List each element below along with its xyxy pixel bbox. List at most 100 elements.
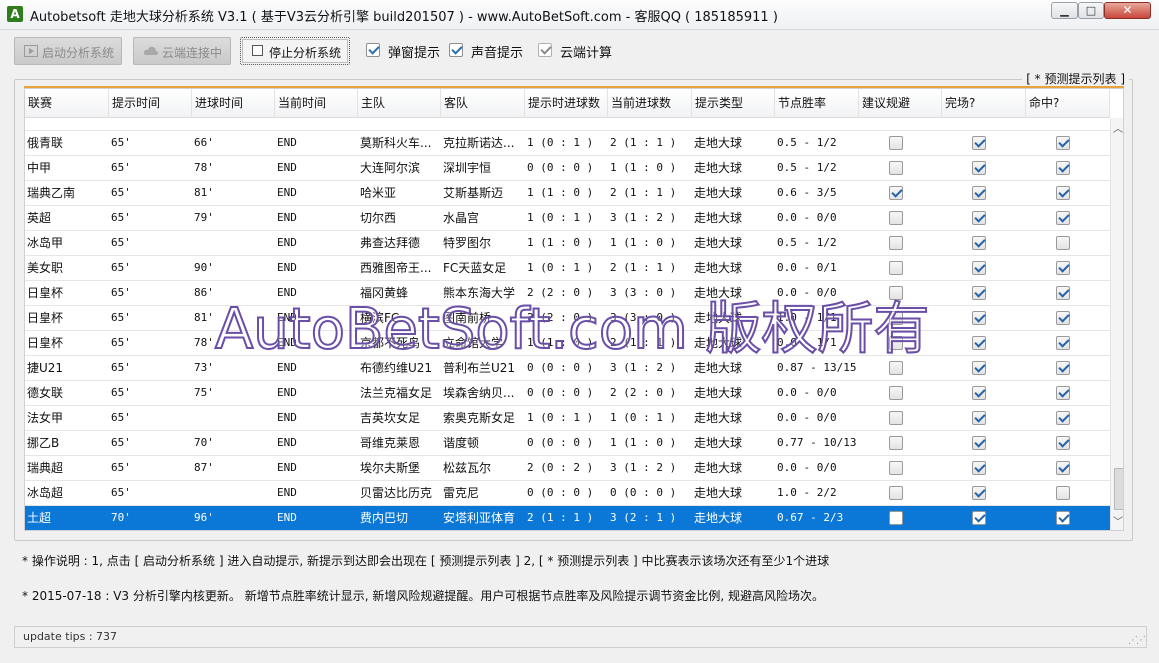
resize-grip-icon[interactable]: ⋰⋰	[1128, 635, 1146, 646]
cell-rate: 1.0 - 2/2	[777, 486, 837, 499]
finished-checkbox[interactable]	[972, 286, 986, 300]
finished-checkbox[interactable]	[972, 461, 986, 475]
cell-home: 哥维克莱恩	[360, 436, 421, 450]
finished-checkbox[interactable]	[972, 186, 986, 200]
finished-checkbox[interactable]	[972, 486, 986, 500]
hit-checkbox[interactable]	[1056, 286, 1070, 300]
avoid-checkbox[interactable]	[889, 236, 903, 250]
popup-alert-check[interactable]	[366, 43, 380, 57]
maximize-button[interactable]: □	[1078, 2, 1104, 19]
table-row[interactable]: 瑞典超 65' 87' END 埃尔夫斯堡 松兹瓦尔 2 (0 : 2 ) 3 (1 : 2 …	[25, 456, 1110, 481]
column-header[interactable]: 当前进球数	[608, 89, 692, 118]
hit-checkbox[interactable]	[1056, 336, 1070, 350]
hit-checkbox[interactable]	[1056, 511, 1070, 525]
avoid-checkbox[interactable]	[889, 336, 903, 350]
hit-checkbox[interactable]	[1056, 436, 1070, 450]
hit-checkbox[interactable]	[1056, 461, 1070, 475]
scroll-thumb[interactable]	[1114, 468, 1123, 510]
avoid-checkbox[interactable]	[889, 261, 903, 275]
hit-checkbox[interactable]	[1056, 261, 1070, 275]
finished-checkbox[interactable]	[972, 511, 986, 525]
table-row[interactable]: 挪乙B 65' 70' END 哥维克莱恩 谐度顿 0 (0 : 0 ) 1 (1 : 0 )…	[25, 431, 1110, 456]
finished-checkbox[interactable]	[972, 261, 986, 275]
avoid-checkbox[interactable]	[889, 386, 903, 400]
table-row[interactable]: 美女职 65' 90' END 西雅图帝王... FC天蓝女足 1 (0 : 1 ) 2 (1…	[25, 256, 1110, 281]
hit-checkbox[interactable]	[1056, 136, 1070, 150]
hit-checkbox[interactable]	[1056, 386, 1070, 400]
avoid-checkbox[interactable]	[889, 211, 903, 225]
avoid-checkbox[interactable]	[889, 136, 903, 150]
app-logo-icon: A	[7, 6, 23, 22]
column-header[interactable]: 当前时间	[275, 89, 358, 118]
column-header[interactable]: 客队	[441, 89, 525, 118]
cell-type: 走地大球	[694, 386, 743, 400]
column-header[interactable]: 主队	[358, 89, 441, 118]
finished-checkbox[interactable]	[972, 136, 986, 150]
column-header[interactable]: 提示类型	[692, 89, 775, 118]
close-button[interactable]: ✕	[1104, 2, 1151, 19]
table-row[interactable]: 中甲 65' 78' END 大连阿尔滨 深圳宇恒 0 (0 : 0 ) 1 (1 : 0 )…	[25, 156, 1110, 181]
cell-home: 哈米亚	[360, 186, 397, 200]
column-header[interactable]: 节点胜率	[775, 89, 859, 118]
finished-checkbox[interactable]	[972, 411, 986, 425]
avoid-checkbox[interactable]	[889, 286, 903, 300]
finished-checkbox[interactable]	[972, 161, 986, 175]
column-header[interactable]: 建议规避	[859, 89, 942, 118]
table-row[interactable]: 冰岛甲 65' END 弗查达拜德 特罗图尔 1 (1 : 0 ) 1 (1 : 0 ) 走地…	[25, 231, 1110, 256]
table-row[interactable]: 冰岛超 65' END 贝雷达比历克 雷克尼 0 (0 : 0 ) 0 (0 : 0 ) 走地…	[25, 481, 1110, 506]
cell-type: 走地大球	[694, 436, 743, 450]
column-header[interactable]: 进球时间	[192, 89, 275, 118]
table-row[interactable]: 俄青联 65' 66' END 莫斯科火车... 克拉斯诺达... 1 (0 : 1 ) 2 …	[25, 131, 1110, 156]
column-header[interactable]: 联赛	[25, 89, 109, 118]
table-row[interactable]: 法女甲 65' END 吉英坎女足 索奥克斯女足 1 (0 : 1 ) 1 (0 : 1 )…	[25, 406, 1110, 431]
prediction-grid[interactable]: 联赛 提示时间 进球时间 当前时间 主队 客队 提示时进球数 当前进球数 提示类型 节点胜率 建议规…	[24, 88, 1124, 531]
vertical-scrollbar[interactable]: ︿ ﹀	[1110, 118, 1123, 530]
cloud-calc-check[interactable]	[538, 43, 552, 57]
minimize-button[interactable]: ▁	[1051, 2, 1078, 19]
stop-analysis-button[interactable]: 停止分析系统	[240, 37, 350, 65]
table-row[interactable]: 捷U21 65' 73' END 布德约维U21 普利布兰U21 0 (0 : 0 ) 3 (…	[25, 356, 1110, 381]
table-row[interactable]: 日皇杯 65' 81' END 横滨FC 图南前桥 2 (2 : 0 ) 3 (3 : 0 )…	[25, 306, 1110, 331]
start-analysis-button[interactable]: 启动分析系统	[14, 37, 122, 65]
avoid-checkbox[interactable]	[889, 411, 903, 425]
avoid-checkbox[interactable]	[889, 311, 903, 325]
table-row[interactable]: 日皇杯 65' 86' END 福冈黄蜂 熊本东海大学 2 (2 : 0 ) 3 (3 : 0…	[25, 281, 1110, 306]
finished-checkbox[interactable]	[972, 311, 986, 325]
finished-checkbox[interactable]	[972, 361, 986, 375]
avoid-checkbox[interactable]	[889, 511, 903, 525]
cell-league: 冰岛甲	[27, 236, 64, 250]
avoid-checkbox[interactable]	[889, 186, 903, 200]
column-header[interactable]: 提示时间	[109, 89, 192, 118]
avoid-checkbox[interactable]	[889, 161, 903, 175]
finished-checkbox[interactable]	[972, 336, 986, 350]
hit-checkbox[interactable]	[1056, 211, 1070, 225]
column-header[interactable]: 命中?	[1026, 89, 1110, 118]
finished-checkbox[interactable]	[972, 386, 986, 400]
table-row[interactable]: 瑞典乙南 65' 81' END 哈米亚 艾斯基斯迈 1 (1 : 0 ) 2 (1 : 1 …	[25, 181, 1110, 206]
finished-checkbox[interactable]	[972, 436, 986, 450]
cloud-connecting-button[interactable]: 云端连接中	[133, 37, 231, 65]
cell-alert-score: 0 (0 : 0 )	[527, 486, 594, 499]
scroll-up-icon[interactable]: ︿	[1111, 120, 1123, 135]
hit-checkbox[interactable]	[1056, 361, 1070, 375]
finished-checkbox[interactable]	[972, 211, 986, 225]
hit-checkbox[interactable]	[1056, 411, 1070, 425]
hit-checkbox[interactable]	[1056, 486, 1070, 500]
hit-checkbox[interactable]	[1056, 161, 1070, 175]
finished-checkbox[interactable]	[972, 236, 986, 250]
table-row[interactable]: 日皇杯 65' 78' END 京都不死鸟 立命馆大学 1 (1 : 0 ) 2 (1 : 1…	[25, 331, 1110, 356]
table-row[interactable]: 英超 65' 79' END 切尔西 水晶宫 1 (0 : 1 ) 3 (1 : 2 ) 走地大…	[25, 206, 1110, 231]
avoid-checkbox[interactable]	[889, 436, 903, 450]
hit-checkbox[interactable]	[1056, 186, 1070, 200]
table-row[interactable]: 土超 70' 96' END 费内巴切 安塔利亚体育 2 (1 : 1 ) 3 (2 : 1 …	[25, 506, 1110, 530]
hit-checkbox[interactable]	[1056, 236, 1070, 250]
column-header[interactable]: 完场?	[942, 89, 1026, 118]
avoid-checkbox[interactable]	[889, 486, 903, 500]
column-header[interactable]: 提示时进球数	[525, 89, 608, 118]
scroll-down-icon[interactable]: ﹀	[1111, 513, 1123, 528]
sound-alert-check[interactable]	[449, 43, 463, 57]
hit-checkbox[interactable]	[1056, 311, 1070, 325]
table-row[interactable]: 德女联 65' 75' END 法兰克福女足 埃森舍纳贝... 0 (0 : 0 ) 2 (2…	[25, 381, 1110, 406]
avoid-checkbox[interactable]	[889, 461, 903, 475]
avoid-checkbox[interactable]	[889, 361, 903, 375]
